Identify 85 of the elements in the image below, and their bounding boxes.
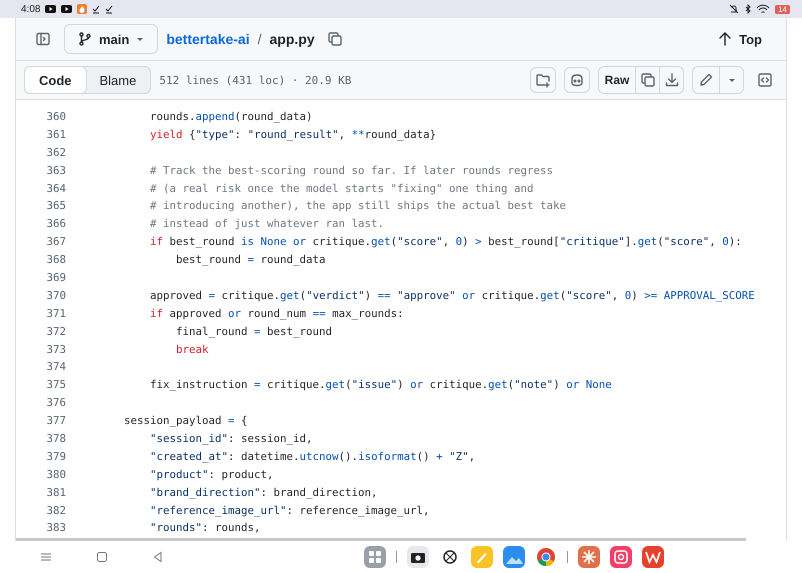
play-icon <box>45 4 56 14</box>
square-icon[interactable] <box>96 551 108 563</box>
top-button[interactable]: Top <box>705 24 774 54</box>
screenshot-app-icon[interactable] <box>610 546 632 568</box>
line-number: 369 <box>45 270 66 286</box>
new-folder-button[interactable] <box>530 67 556 93</box>
check-icon <box>105 4 114 14</box>
line-number: 372 <box>45 324 66 340</box>
menu-icon[interactable] <box>40 551 52 563</box>
line-number: 367 <box>45 234 66 250</box>
copilot-button[interactable] <box>564 67 590 93</box>
pencil-icon <box>698 72 714 88</box>
flame-icon <box>77 4 88 14</box>
camera-app-icon[interactable] <box>407 546 429 568</box>
code-line: # Track the best-scoring round so far. If later rounds regress <box>150 162 554 179</box>
code-line: "session_id": session_id, <box>150 431 313 448</box>
line-number: 377 <box>45 413 66 430</box>
line-number: 382 <box>45 502 66 519</box>
wifi-icon <box>756 4 770 14</box>
line-number: 362 <box>45 144 66 161</box>
line-number: 370 <box>45 288 66 304</box>
line-number: 363 <box>45 162 66 179</box>
line-number: 383 <box>45 520 66 536</box>
code-line: best_round = round_data <box>176 252 326 268</box>
office-app-icon[interactable] <box>642 546 664 568</box>
code-line: if approved or round_num == max_rounds: <box>150 306 404 322</box>
repo-link[interactable]: bettertake-ai <box>166 31 250 47</box>
line-number: 376 <box>45 395 66 412</box>
browser-app-icon[interactable] <box>535 546 557 568</box>
line-number: 379 <box>45 448 66 465</box>
bluetooth-icon <box>745 4 752 14</box>
view-tab[interactable]: Code <box>24 66 86 94</box>
folder-plus-icon <box>535 72 551 88</box>
line-number: 381 <box>45 484 66 501</box>
path-separator: / <box>258 31 262 47</box>
app-grid-icon[interactable] <box>364 546 386 568</box>
clock-time: 4:08 <box>21 4 40 14</box>
line-number: 373 <box>45 342 66 358</box>
line-number: 371 <box>45 306 66 322</box>
file-info: 512 lines (431 loc) · 20.9 KB <box>159 74 352 86</box>
branch-selector[interactable]: main <box>64 24 158 54</box>
code-line: # instead of just whatever ran last. <box>150 216 384 232</box>
code-square-icon <box>757 72 773 88</box>
battery-level: 14 <box>775 4 790 14</box>
line-number: 378 <box>45 431 66 448</box>
code-line: yield {"type": "round_result", **round_data} <box>150 126 436 143</box>
line-number: 374 <box>45 359 66 376</box>
line-number: 365 <box>45 198 66 214</box>
download-icon <box>664 72 680 88</box>
line-number: 380 <box>45 466 66 483</box>
code-line: # (a real risk once the model starts "fixing" one thing and <box>150 180 534 197</box>
file-name: app.py <box>270 31 315 47</box>
line-number: 364 <box>45 180 66 197</box>
copy-icon <box>326 31 343 47</box>
code-line: "rounds": rounds, <box>150 520 261 536</box>
arrow-up-icon <box>717 31 734 47</box>
asterisk-app-icon[interactable] <box>578 546 600 568</box>
gallery-app-icon[interactable] <box>503 546 525 568</box>
line-number: 366 <box>45 216 66 232</box>
line-number: 361 <box>45 126 66 143</box>
line-number: 375 <box>45 377 66 394</box>
robot-icon <box>569 72 585 88</box>
code-line: "brand_direction": brand_direction, <box>150 484 378 501</box>
view-tab[interactable]: Blame <box>84 66 152 94</box>
code-line: "created_at": datetime.utcnow().isoformat() + "Z", <box>150 448 476 465</box>
scrollbar[interactable] <box>16 538 746 541</box>
branch-icon <box>77 31 93 47</box>
code-line: fix_instruction = critique.get("issue") or critique.get("note") or None <box>150 377 612 394</box>
sidebar-icon <box>35 31 51 47</box>
back-icon[interactable] <box>152 551 164 563</box>
code-line: approved = critique.get("verdict") == "approve" or critique.get("score", 0) >= APPROVAL_SCORE <box>150 288 755 304</box>
code-line: final_round = best_round <box>176 324 332 340</box>
line-number: 368 <box>45 252 66 268</box>
code-line: break <box>176 342 209 358</box>
code-line: rounds.append(round_data) <box>150 109 313 125</box>
code-line: session_payload = { <box>124 413 248 430</box>
check-icon <box>92 4 100 14</box>
copy-icon <box>640 72 656 88</box>
bell-off-icon <box>728 4 740 14</box>
code-line: # introducing another), the app still ships the actual best take <box>150 198 566 214</box>
line-number: 360 <box>45 109 66 125</box>
code-line: "product": product, <box>150 466 274 483</box>
play-icon <box>61 4 72 14</box>
code-line: "reference_image_url": reference_image_url, <box>150 502 430 519</box>
code-line: if best_round is None or critique.get("score", 0) > best_round["critique"].get("score", 0): <box>150 234 742 250</box>
